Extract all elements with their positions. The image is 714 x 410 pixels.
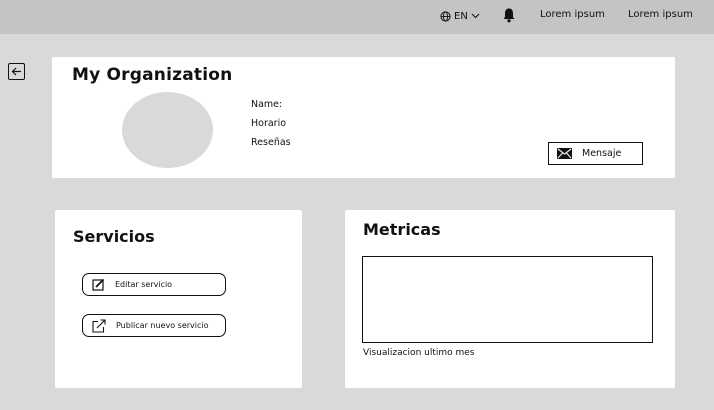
external-link-icon bbox=[92, 318, 106, 333]
language-selector[interactable]: EN bbox=[440, 8, 480, 24]
edit-service-label: Editar servicio bbox=[115, 280, 173, 289]
metrics-card: Metricas Visualizacion ultimo mes bbox=[345, 210, 675, 388]
chevron-down-icon bbox=[471, 13, 480, 19]
top-link-1[interactable]: Lorem ipsum bbox=[540, 9, 605, 20]
message-button-label: Mensaje bbox=[582, 148, 622, 159]
publish-service-button[interactable]: Publicar nuevo servicio bbox=[82, 314, 226, 337]
services-title: Servicios bbox=[73, 227, 155, 246]
reviews-field: Reseñas bbox=[251, 137, 291, 148]
metrics-title: Metricas bbox=[363, 220, 441, 239]
bell-icon[interactable] bbox=[502, 7, 516, 23]
envelope-icon bbox=[557, 148, 572, 159]
organization-title: My Organization bbox=[72, 65, 233, 85]
language-label: EN bbox=[454, 10, 468, 22]
edit-icon bbox=[92, 278, 105, 291]
name-field: Name: bbox=[251, 99, 283, 110]
globe-icon bbox=[440, 10, 451, 22]
top-bar: EN Lorem ipsum Lorem ipsum bbox=[0, 0, 714, 34]
metrics-caption: Visualizacion ultimo mes bbox=[363, 348, 475, 358]
avatar bbox=[122, 92, 213, 168]
message-button[interactable]: Mensaje bbox=[548, 142, 643, 165]
arrow-left-icon bbox=[11, 67, 21, 76]
metrics-chart-placeholder bbox=[362, 256, 653, 343]
top-link-2[interactable]: Lorem ipsum bbox=[628, 9, 693, 20]
schedule-field: Horario bbox=[251, 118, 287, 129]
organization-card: My Organization Name: Horario Reseñas Me… bbox=[52, 57, 675, 178]
back-button[interactable] bbox=[8, 63, 25, 80]
publish-service-label: Publicar nuevo servicio bbox=[116, 321, 209, 330]
edit-service-button[interactable]: Editar servicio bbox=[82, 273, 226, 296]
services-card: Servicios Editar servicio Publicar nuevo… bbox=[55, 210, 302, 388]
